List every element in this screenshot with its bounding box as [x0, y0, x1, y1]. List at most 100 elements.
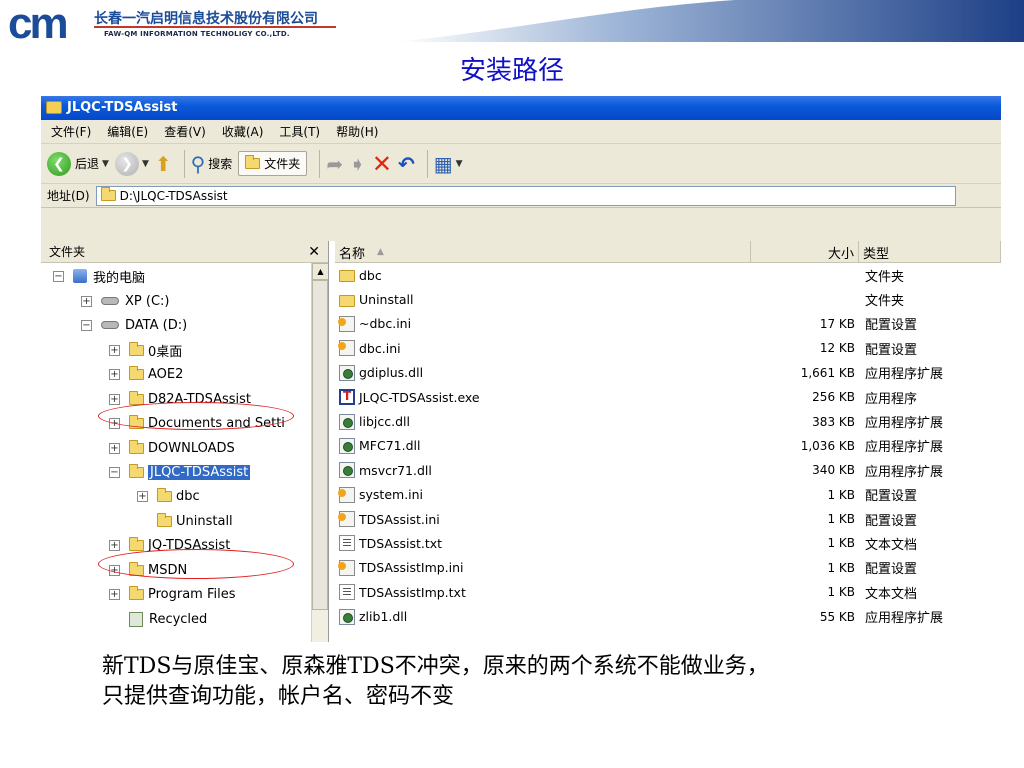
menu-help[interactable]: 帮助(H) — [336, 123, 378, 140]
tree-item-d82a-tdsassist[interactable]: + D82A-TDSAssist — [109, 387, 251, 411]
tree-item-downloads[interactable]: + DOWNLOADS — [109, 436, 235, 460]
collapse-icon[interactable]: − — [81, 319, 92, 331]
file-row[interactable]: system.ini 1 KB 配置设置 — [335, 483, 1001, 507]
ini-file-icon — [338, 340, 355, 357]
column-header-type[interactable]: 类型 — [859, 241, 1001, 263]
file-row[interactable]: TDSAssist.ini 1 KB 配置设置 — [335, 507, 1001, 531]
menu-favorites[interactable]: 收藏(A) — [222, 123, 264, 140]
dll-file-icon — [339, 364, 355, 381]
folder-icon — [129, 536, 144, 551]
file-size: 1 KB — [827, 560, 855, 575]
tree-item-label: 我的电脑 — [93, 270, 146, 286]
slide-caption: 新TDS与原佳宝、原森雅TDS不冲突，原来的两个系统不能做业务， 只提供查询功能… — [102, 652, 982, 712]
search-button[interactable]: ⚲ 搜索 — [191, 152, 233, 176]
file-name: TDSAssist.ini — [359, 511, 440, 527]
delete-button[interactable]: ✕ — [372, 150, 392, 178]
file-size: 1 KB — [827, 512, 855, 527]
company-name-cn: 长春一汽启明信息技术股份有限公司 — [94, 11, 318, 27]
file-row[interactable]: MFC71.dll 1,036 KB 应用程序扩展 — [335, 434, 1001, 458]
expand-icon[interactable]: + — [109, 417, 120, 429]
file-type: 文件夹 — [865, 269, 905, 285]
folder-tree: − 我的电脑 + XP (C:) − DATA (D:) + 0桌面 + AOE… — [41, 263, 311, 642]
tree-item-documents[interactable]: + Documents and Setti — [109, 411, 285, 435]
file-name-cell: dbc.ini — [335, 340, 751, 357]
file-row[interactable]: TDSAssist.txt 1 KB 文本文档 — [335, 531, 1001, 555]
move-to-button[interactable]: ➦ — [326, 152, 343, 176]
recycle-bin-icon — [129, 611, 143, 627]
file-row[interactable]: gdiplus.dll 1,661 KB 应用程序扩展 — [335, 361, 1001, 385]
tree-item-recycled[interactable]: Recycled — [109, 607, 207, 631]
window-titlebar[interactable]: JLQC-TDSAssist — [41, 96, 1001, 120]
forward-arrow-icon: ❯ — [114, 151, 139, 176]
expand-icon[interactable]: + — [109, 442, 120, 454]
scrollbar-thumb[interactable] — [312, 280, 328, 610]
tree-item-my-computer[interactable]: − 我的电脑 — [53, 264, 145, 288]
file-row[interactable]: ~dbc.ini 17 KB 配置设置 — [335, 312, 1001, 336]
tree-item-jlqc-tdsassist[interactable]: − JLQC-TDSAssist — [109, 460, 251, 484]
file-row[interactable]: Uninstall 文件夹 — [335, 287, 1001, 311]
dropdown-arrow-icon[interactable]: ▼ — [142, 159, 149, 169]
collapse-icon[interactable]: − — [53, 270, 64, 282]
column-header-size[interactable]: 大小 — [751, 241, 859, 263]
tree-item-drive-c[interactable]: + XP (C:) — [81, 289, 169, 313]
collapse-icon[interactable]: − — [109, 466, 120, 478]
folders-button[interactable]: 文件夹 — [238, 151, 308, 176]
file-row[interactable]: dbc.ini 12 KB 配置设置 — [335, 336, 1001, 360]
up-folder-button[interactable]: ⬆ — [155, 152, 172, 176]
file-row[interactable]: TDSAssistImp.ini 1 KB 配置设置 — [335, 556, 1001, 580]
tree-item-uninstall[interactable]: Uninstall — [137, 509, 233, 533]
tree-spacer — [109, 613, 120, 625]
file-row[interactable]: JLQC-TDSAssist.exe 256 KB 应用程序 — [335, 385, 1001, 409]
file-row[interactable]: msvcr71.dll 340 KB 应用程序扩展 — [335, 458, 1001, 482]
toolbar-separator — [319, 149, 321, 178]
views-button[interactable]: ▦ ▼ — [434, 152, 463, 176]
column-header-name[interactable]: 名称 ▲ — [335, 241, 751, 263]
copy-to-button[interactable]: ➧ — [349, 152, 366, 176]
expand-icon[interactable]: + — [137, 490, 148, 502]
expand-icon[interactable]: + — [109, 344, 120, 356]
expand-icon[interactable]: + — [81, 295, 92, 307]
dropdown-arrow-icon[interactable]: ▼ — [456, 159, 463, 169]
toolbar: ❮ 后退 ▼ ❯ ▼ ⬆ ⚲ 搜索 文件夹 ➦ ➧ ✕ ↶ ▦ ▼ — [41, 144, 1001, 184]
scroll-up-icon[interactable]: ▲ — [312, 263, 328, 280]
expand-icon[interactable]: + — [109, 564, 120, 576]
expand-icon[interactable]: + — [109, 393, 120, 405]
file-row[interactable]: dbc 文件夹 — [335, 263, 1001, 287]
file-size: 340 KB — [812, 463, 855, 478]
folder-pane-title: 文件夹 — [49, 245, 86, 259]
file-name-cell: TDSAssist.txt — [335, 535, 751, 552]
tree-item-msdn[interactable]: + MSDN — [109, 558, 187, 582]
tree-item-aoe2[interactable]: + AOE2 — [109, 362, 183, 386]
file-row[interactable]: libjcc.dll 383 KB 应用程序扩展 — [335, 409, 1001, 433]
dropdown-arrow-icon[interactable]: ▼ — [102, 159, 109, 169]
folder-pane-header: 文件夹 ✕ — [41, 241, 328, 263]
expand-icon[interactable]: + — [109, 539, 120, 551]
expand-icon[interactable]: + — [109, 588, 120, 600]
toolbar-separator — [426, 149, 428, 178]
menu-tools[interactable]: 工具(T) — [279, 123, 320, 140]
drive-icon — [101, 297, 119, 305]
expand-icon[interactable]: + — [109, 368, 120, 380]
back-button[interactable]: ❮ 后退 ▼ — [47, 151, 109, 176]
menu-file[interactable]: 文件(F) — [51, 123, 91, 140]
tree-item-drive-d[interactable]: − DATA (D:) — [81, 313, 187, 337]
toolbar-separator — [183, 149, 185, 178]
explorer-panes: 文件夹 ✕ − 我的电脑 + XP (C:) − DATA (D:) + 0桌面… — [41, 241, 1001, 642]
menu-edit[interactable]: 编辑(E) — [107, 123, 148, 140]
up-folder-icon: ⬆ — [154, 151, 172, 176]
tree-item-desktop[interactable]: + 0桌面 — [109, 338, 182, 362]
tree-item-dbc[interactable]: + dbc — [137, 484, 200, 508]
file-row[interactable]: TDSAssistImp.txt 1 KB 文本文档 — [335, 580, 1001, 604]
forward-button[interactable]: ❯ ▼ — [114, 151, 149, 176]
tree-item-program-files[interactable]: + Program Files — [109, 582, 236, 606]
menu-view[interactable]: 查看(V) — [164, 123, 206, 140]
tree-item-jq-tdsassist[interactable]: + JQ-TDSAssist — [109, 533, 230, 557]
file-name-cell: TDSAssistImp.ini — [335, 559, 751, 576]
close-icon[interactable]: ✕ — [308, 244, 320, 260]
address-input[interactable]: D:\JLQC-TDSAssist — [95, 185, 956, 206]
folder-pane-scrollbar[interactable]: ▲ — [311, 263, 328, 642]
undo-button[interactable]: ↶ — [398, 152, 415, 176]
folder-icon — [129, 561, 144, 576]
file-row[interactable]: zlib1.dll 55 KB 应用程序扩展 — [335, 604, 1001, 628]
tree-item-label: DOWNLOADS — [148, 440, 235, 456]
